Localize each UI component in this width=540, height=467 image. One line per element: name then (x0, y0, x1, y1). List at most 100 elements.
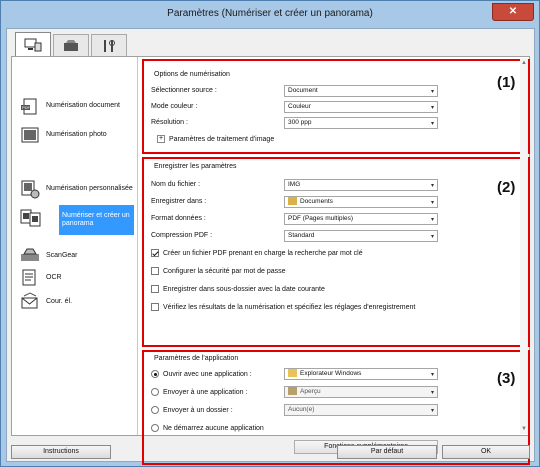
sidebar-item-document-scan[interactable]: PDF Numérisation document (20, 91, 134, 121)
data-format-select[interactable]: PDF (Pages multiples) ▾ (284, 213, 438, 225)
scan-from-computer-icon (24, 38, 42, 51)
checkbox-box (151, 267, 159, 275)
expand-plus-icon: + (157, 135, 165, 143)
document-scan-icon: PDF (21, 98, 37, 115)
sidebar-item-custom-scan[interactable]: Numérisation personnalisée (20, 174, 134, 204)
ocr-icon (22, 269, 36, 286)
source-select[interactable]: Document ▾ (284, 85, 438, 97)
no-app-radio[interactable]: Ne démarrez aucune application (151, 424, 264, 432)
source-label: Sélectionner source : (151, 87, 217, 94)
stitch-icon-wrapper (20, 207, 48, 235)
group-title: Enregistrer les paramètres (152, 163, 239, 170)
sidebar: PDF Numérisation document Numérisation p… (14, 59, 135, 433)
chevron-down-icon: ▾ (430, 234, 434, 240)
password-security-checkbox[interactable]: Configurer la sécurité par mot de passe (151, 267, 286, 275)
sidebar-item-stitch[interactable]: Numériser et créer un panorama (59, 205, 134, 235)
send-to-app-radio[interactable]: Envoyer à une application : (151, 388, 247, 396)
radio-button (151, 370, 159, 378)
open-with-app-select[interactable]: Explorateur Windows ▾ (284, 368, 438, 380)
explorer-icon (288, 369, 297, 378)
ok-button[interactable]: OK (442, 445, 530, 459)
scroll-down-icon[interactable]: ▼ (521, 426, 527, 432)
folder-icon (288, 197, 297, 206)
check-results-checkbox[interactable]: Vérifiez les résultats de la numérisatio… (151, 303, 415, 311)
send-to-app-select[interactable]: Aperçu ▾ (284, 386, 438, 398)
checkbox-label: Créer un fichier PDF prenant en charge l… (163, 249, 363, 257)
sidebar-item-email[interactable]: Cour. él. (20, 287, 134, 317)
pdf-compression-label: Compression PDF : (151, 232, 213, 239)
sidebar-item-label: Numérisation photo (46, 131, 107, 138)
sidebar-item-label: OCR (46, 274, 62, 281)
stitch-icon (20, 209, 41, 227)
sidebar-item-label: Numérisation personnalisée (46, 185, 133, 192)
chevron-down-icon: ▾ (430, 121, 434, 127)
tab-general-settings[interactable] (91, 34, 127, 56)
chevron-down-icon: ▾ (430, 390, 434, 396)
vertical-scrollbar[interactable]: ▲ ▼ (520, 58, 528, 434)
settings-window: Paramètres (Numériser et créer un panora… (0, 0, 540, 467)
checkbox-label: Enregistrer dans sous-dossier avec la da… (163, 285, 325, 293)
image-processing-expander[interactable]: + Paramètres de traitement d'image (157, 135, 274, 143)
group-title: Options de numérisation (152, 71, 232, 78)
section-number: (3) (497, 370, 516, 387)
chevron-down-icon: ▾ (430, 408, 434, 414)
settings-content: PDF Numérisation document Numérisation p… (11, 56, 530, 465)
file-name-select[interactable]: IMG ▾ (284, 179, 438, 191)
expander-label: Paramètres de traitement d'image (169, 135, 275, 143)
send-to-folder-select[interactable]: Aucun(e) ▾ (284, 404, 438, 416)
sidebar-divider (137, 57, 138, 435)
group-title: Paramètres de l'application (152, 355, 241, 362)
tab-scan-from-computer[interactable] (15, 32, 51, 56)
searchable-pdf-checkbox[interactable]: Créer un fichier PDF prenant en charge l… (151, 249, 363, 257)
sidebar-item-label: Numérisation document (46, 102, 120, 109)
sidebar-item-label: ScanGear (46, 252, 78, 259)
chevron-down-icon: ▾ (430, 200, 434, 206)
checkbox-label: Configurer la sécurité par mot de passe (163, 267, 286, 275)
color-mode-label: Mode couleur : (151, 103, 198, 110)
default-button[interactable]: Par défaut (337, 445, 437, 459)
svg-text:PDF: PDF (22, 105, 31, 110)
radio-button (151, 424, 159, 432)
chevron-down-icon: ▾ (430, 105, 434, 111)
save-in-label: Enregistrer dans : (151, 198, 207, 205)
resolution-label: Résolution : (151, 119, 188, 126)
sidebar-item-label: Cour. él. (46, 298, 73, 305)
radio-label: Envoyer à un dossier : (163, 406, 233, 414)
close-button[interactable]: ✕ (492, 3, 534, 21)
window-title: Paramètres (Numériser et créer un panora… (167, 8, 373, 19)
chevron-down-icon: ▾ (430, 183, 434, 189)
sidebar-item-photo-scan[interactable]: Numérisation photo (20, 120, 134, 150)
scan-from-operation-panel-icon (64, 39, 78, 51)
pdf-compression-value: Standard (288, 232, 315, 239)
tab-scan-from-operation-panel[interactable] (53, 34, 89, 56)
radio-label: Envoyer à une application : (163, 388, 248, 396)
photo-scan-icon (21, 127, 39, 143)
checkbox-box (151, 303, 159, 311)
radio-button (151, 388, 159, 396)
save-settings-section: (2) Enregistrer les paramètres Nom du fi… (142, 157, 530, 347)
email-icon (21, 292, 38, 309)
resolution-select[interactable]: 300 ppp ▾ (284, 117, 438, 129)
radio-label: Ne démarrez aucune application (163, 424, 264, 432)
save-in-value: Documents (300, 198, 333, 205)
data-format-value: PDF (Pages multiples) (288, 215, 354, 222)
scan-options-section: (1) Options de numérisation Sélectionner… (142, 59, 530, 154)
window-client: PDF Numérisation document Numérisation p… (6, 28, 535, 465)
color-mode-select[interactable]: Couleur ▾ (284, 101, 438, 113)
date-subfolder-checkbox[interactable]: Enregistrer dans sous-dossier avec la da… (151, 285, 325, 293)
file-name-value: IMG (288, 181, 301, 188)
send-to-app-value: Aperçu (300, 388, 321, 395)
chevron-down-icon: ▾ (430, 89, 434, 95)
send-to-folder-radio[interactable]: Envoyer à un dossier : (151, 406, 233, 414)
scroll-up-icon[interactable]: ▲ (521, 60, 527, 66)
data-format-label: Format données : (151, 215, 206, 222)
checkbox-label: Vérifiez les résultats de la numérisatio… (163, 303, 416, 311)
custom-scan-icon (21, 180, 40, 199)
instructions-button[interactable]: Instructions (11, 445, 111, 459)
color-mode-value: Couleur (288, 103, 311, 110)
save-in-select[interactable]: Documents ▾ (284, 196, 438, 208)
file-name-label: Nom du fichier : (151, 181, 201, 188)
open-with-app-radio[interactable]: Ouvrir avec une application : (151, 370, 252, 378)
pdf-compression-select[interactable]: Standard ▾ (284, 230, 438, 242)
radio-label: Ouvrir avec une application : (163, 370, 252, 378)
